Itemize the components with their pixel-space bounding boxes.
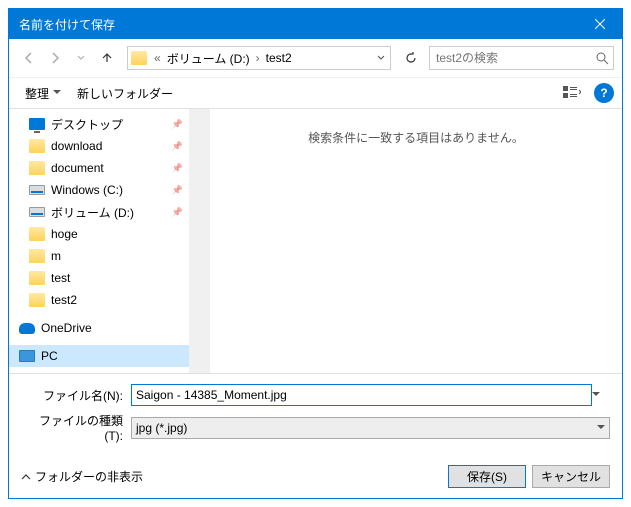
disk-icon <box>29 207 45 217</box>
filename-label: ファイル名(N): <box>21 387 131 404</box>
tree-item[interactable]: hoge <box>9 223 189 245</box>
tree-item-label: test2 <box>51 293 77 307</box>
tree-item-label: document <box>51 161 104 175</box>
search-input[interactable] <box>434 50 596 66</box>
refresh-button[interactable] <box>399 46 423 70</box>
refresh-icon <box>404 51 418 65</box>
folder-icon <box>29 139 45 153</box>
tree-item[interactable]: test2 <box>9 289 189 311</box>
tree-pc[interactable]: PC <box>9 345 189 367</box>
folder-icon <box>29 293 45 307</box>
chevron-down-icon <box>377 54 385 62</box>
tree-item-label: test <box>51 271 70 285</box>
breadcrumb-root[interactable]: ボリューム (D:) <box>165 50 252 67</box>
fields-panel: ファイル名(N): ファイルの種類(T): jpg (*.jpg) <box>9 373 622 457</box>
organize-button[interactable]: 整理 <box>17 81 69 106</box>
navbar: « ボリューム (D:) › test2 <box>9 39 622 77</box>
chevron-down-icon <box>592 392 600 398</box>
folder-icon <box>29 249 45 263</box>
title-text: 名前を付けて保存 <box>19 16 577 33</box>
arrow-up-icon <box>100 51 114 65</box>
recent-button[interactable] <box>69 46 93 70</box>
scrollbar[interactable] <box>193 109 210 373</box>
help-icon: ? <box>600 86 607 100</box>
chevron-up-icon <box>21 473 31 481</box>
search-icon <box>596 52 609 65</box>
content-area: デスクトップ download document Windows (C:) ボリューム … <box>9 109 622 373</box>
arrow-left-icon <box>22 51 36 65</box>
hide-folders-link[interactable]: フォルダーの非表示 <box>21 468 143 485</box>
filetype-select[interactable]: jpg (*.jpg) <box>131 417 610 439</box>
empty-message: 検索条件に一致する項目はありません。 <box>210 109 622 373</box>
tree-item[interactable]: ボリューム (D:) <box>9 201 189 223</box>
folder-icon <box>128 51 150 65</box>
tree-onedrive[interactable]: OneDrive <box>9 317 189 339</box>
tree-item[interactable]: デスクトップ <box>9 113 189 135</box>
tree-item-label: OneDrive <box>41 321 92 335</box>
save-dialog: 名前を付けて保存 « ボリューム (D:) › test2 整理 新しいフォルダ… <box>8 8 623 499</box>
tree-item-label: hoge <box>51 227 78 241</box>
search-box[interactable] <box>429 46 614 70</box>
breadcrumb[interactable]: « ボリューム (D:) › test2 <box>127 46 391 70</box>
back-button[interactable] <box>17 46 41 70</box>
tree-item-label: download <box>51 139 102 153</box>
filename-input[interactable] <box>131 384 592 406</box>
breadcrumb-dropdown[interactable] <box>372 54 390 62</box>
chevron-down-icon <box>53 90 61 96</box>
arrow-right-icon <box>48 51 62 65</box>
save-button[interactable]: 保存(S) <box>448 465 526 488</box>
help-button[interactable]: ? <box>594 83 614 103</box>
desktop-icon <box>29 118 45 130</box>
up-button[interactable] <box>95 46 119 70</box>
tree-item-label: ボリューム (D:) <box>51 204 134 221</box>
onedrive-icon <box>19 323 35 334</box>
tree-item[interactable]: m <box>9 245 189 267</box>
close-button[interactable] <box>577 9 622 39</box>
chevron-right-icon: › <box>252 51 264 65</box>
close-icon <box>595 19 605 29</box>
folder-icon <box>29 271 45 285</box>
tree-item-label: PC <box>41 349 58 363</box>
disk-icon <box>29 185 45 195</box>
breadcrumb-sep: « <box>150 51 165 65</box>
view-icon <box>563 86 581 100</box>
pc-icon <box>19 350 35 362</box>
tree-item-label: m <box>51 249 61 263</box>
titlebar: 名前を付けて保存 <box>9 9 622 39</box>
breadcrumb-folder[interactable]: test2 <box>264 51 294 65</box>
newfolder-button[interactable]: 新しいフォルダー <box>69 81 181 106</box>
tree-item[interactable]: document <box>9 157 189 179</box>
chevron-down-icon <box>597 425 605 431</box>
toolbar: 整理 新しいフォルダー ? <box>9 77 622 109</box>
footer: フォルダーの非表示 保存(S) キャンセル <box>9 457 622 498</box>
filetype-label: ファイルの種類(T): <box>21 412 131 443</box>
cancel-button[interactable]: キャンセル <box>532 465 610 488</box>
view-button[interactable] <box>558 81 586 105</box>
tree-item-label: デスクトップ <box>51 116 123 133</box>
tree-item[interactable]: Windows (C:) <box>9 179 189 201</box>
file-area: 検索条件に一致する項目はありません。 <box>193 109 622 373</box>
filename-dropdown[interactable] <box>592 392 610 398</box>
tree-item[interactable]: test <box>9 267 189 289</box>
forward-button[interactable] <box>43 46 67 70</box>
nav-tree[interactable]: デスクトップ download document Windows (C:) ボリューム … <box>9 109 189 373</box>
tree-item-label: Windows (C:) <box>51 183 123 197</box>
tree-item[interactable]: download <box>9 135 189 157</box>
folder-icon <box>29 227 45 241</box>
chevron-down-icon <box>77 54 85 62</box>
folder-icon <box>29 161 45 175</box>
